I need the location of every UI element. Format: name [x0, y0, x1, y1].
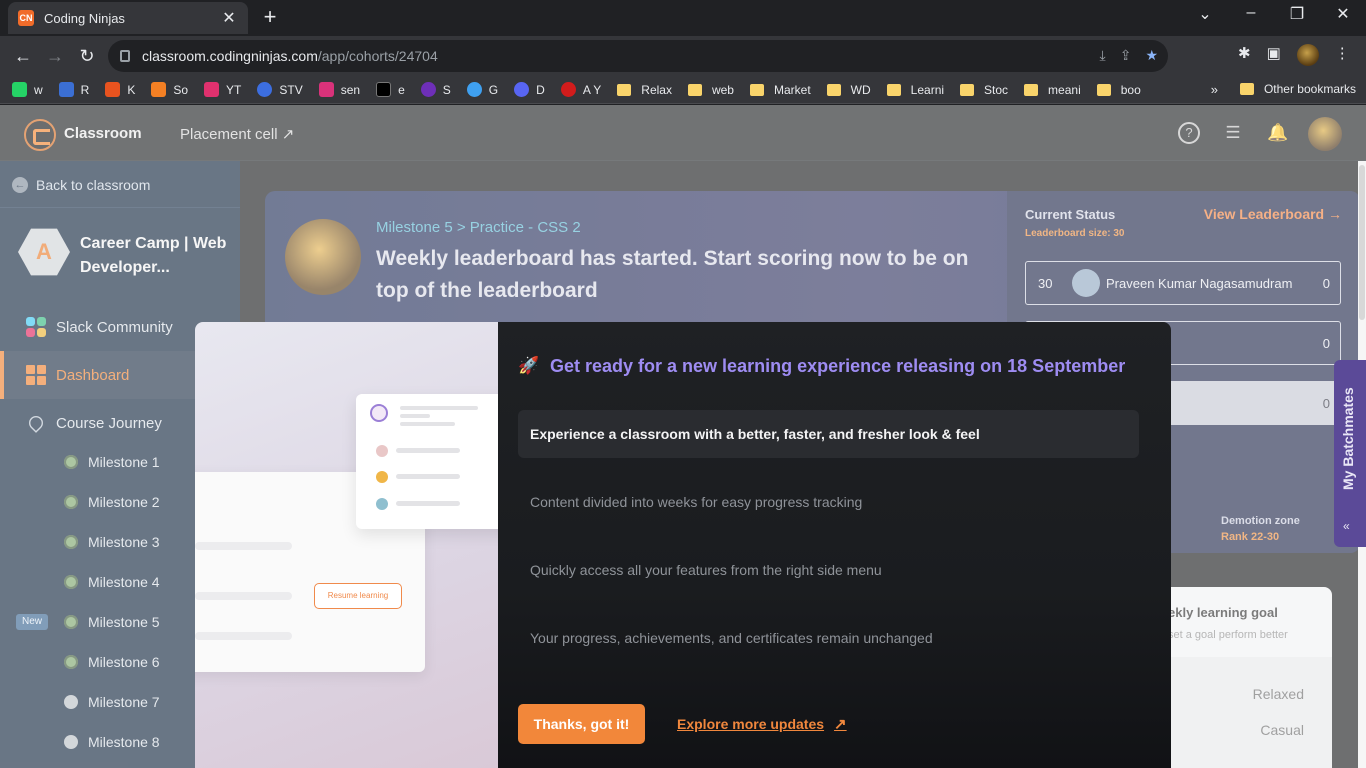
bookmark-favicon-icon [58, 82, 74, 97]
reload-icon[interactable]: ↻ [74, 43, 100, 69]
folder-icon [1096, 83, 1111, 96]
modal-headline: Get ready for a new learning experience … [550, 356, 1126, 376]
thanks-got-it-button[interactable]: Thanks, got it! [518, 704, 645, 744]
bookmark-item[interactable]: R [58, 82, 89, 97]
address-bar[interactable]: classroom.codingninjas.com/app/cohorts/2… [108, 40, 1168, 72]
avatar [376, 471, 388, 483]
bookmark-favicon-icon [514, 82, 530, 97]
modal-content: 🚀 Get ready for a new learning experienc… [498, 322, 1171, 768]
my-batchmates-tab[interactable]: My Batchmates « [1334, 360, 1366, 547]
bookmark-favicon-icon [257, 82, 273, 97]
classroom-app: Classroom Placement cell ↗ ? ☰ 🔔 ← Back … [0, 105, 1366, 768]
folder-icon [886, 83, 901, 96]
folder-icon [1024, 83, 1039, 96]
feature-item-weekly-content[interactable]: Content divided into weeks for easy prog… [518, 478, 1139, 526]
url-path: /app/cohorts/24704 [317, 48, 438, 64]
bookmark-folder[interactable]: Market [749, 83, 811, 97]
browser-toolbar: ← → ↻ classroom.codingninjas.com/app/coh… [0, 36, 1366, 76]
bookmark-favicon-icon [318, 82, 334, 97]
bookmark-folder[interactable]: web [687, 83, 734, 97]
preview-illustration: Resume learning [195, 322, 498, 768]
rocket-icon: 🚀 [518, 356, 540, 375]
coding-ninjas-favicon-icon: CN [18, 10, 34, 26]
bookmark-favicon-icon [560, 82, 576, 97]
bookmark-favicon-icon [105, 82, 121, 97]
bookmark-item[interactable]: S [420, 82, 451, 97]
bookmark-folder[interactable]: WD [826, 83, 871, 97]
profile-avatar[interactable] [1296, 44, 1319, 66]
tab-title: Coding Ninjas [44, 10, 125, 26]
bookmark-favicon-icon [12, 82, 27, 97]
external-arrow-icon: ↗ [834, 716, 847, 733]
lock-icon [120, 50, 130, 62]
feature-item-side-menu[interactable]: Quickly access all your features from th… [518, 546, 1139, 594]
bookmark-item[interactable]: e [376, 82, 405, 97]
badge-icon [370, 404, 388, 422]
release-announcement-modal: Resume learning 🚀 Get ready for a new le… [195, 322, 1171, 768]
bookmark-item[interactable]: K [105, 82, 135, 97]
bookmark-favicon-icon [151, 82, 167, 97]
minimize-window-button[interactable]: – [1236, 4, 1266, 22]
other-bookmarks[interactable]: Other bookmarks [1239, 82, 1356, 96]
close-tab-icon[interactable]: ✕ [220, 8, 238, 28]
bookmark-folder[interactable]: meani [1024, 83, 1081, 97]
folder-icon [960, 83, 975, 96]
bookmark-folder[interactable]: Stoc [960, 83, 1008, 97]
bookmark-favicon-icon [376, 82, 392, 97]
bookmark-folder[interactable]: boo [1096, 83, 1141, 97]
bookmark-item[interactable]: A Y [560, 82, 601, 97]
side-panel-icon[interactable]: ▣ [1267, 44, 1281, 66]
forward-arrow-icon[interactable]: → [42, 43, 68, 69]
bookmark-favicon-icon [420, 82, 436, 97]
bookmark-item[interactable]: STV [257, 82, 303, 97]
bookmark-item[interactable]: So [151, 82, 188, 97]
back-arrow-icon[interactable]: ← [10, 43, 36, 69]
bookmark-star-icon[interactable]: ★ [1145, 47, 1158, 64]
bookmark-folder[interactable]: Learni [886, 83, 944, 97]
browser-tab[interactable]: CN Coding Ninjas ✕ [8, 2, 248, 34]
bookmark-folder[interactable]: Relax [617, 83, 672, 97]
bookmark-favicon-icon [204, 82, 220, 97]
mock-resume-learning-button: Resume learning [314, 583, 402, 609]
extensions-icon[interactable]: ✱ [1238, 44, 1251, 66]
share-icon[interactable]: ⇪ [1120, 47, 1132, 64]
avatar [376, 498, 388, 510]
folder-icon [617, 83, 632, 96]
url-host: classroom.codingninjas.com [142, 48, 318, 64]
tab-search-icon[interactable]: ⌄ [1190, 4, 1220, 24]
bookmarks-bar: w R K So YT STV sen e S G D A Y Relax we… [0, 76, 1366, 104]
mock-leaderboard-card [356, 394, 498, 529]
avatar [376, 445, 388, 457]
bookmark-item[interactable]: YT [204, 82, 241, 97]
folder-icon [826, 83, 841, 96]
bookmark-item[interactable]: G [466, 82, 498, 97]
bookmark-favicon-icon [466, 82, 482, 97]
feature-item-look-and-feel[interactable]: Experience a classroom with a better, fa… [518, 410, 1139, 458]
bookmark-item[interactable]: w [12, 82, 43, 97]
browser-menu-icon[interactable]: ⋮ [1335, 44, 1350, 66]
bookmark-item[interactable]: D [514, 82, 545, 97]
bookmark-item[interactable]: sen [318, 82, 360, 97]
folder-icon [749, 83, 764, 96]
folder-icon [687, 83, 702, 96]
feature-item-progress[interactable]: Your progress, achievements, and certifi… [518, 614, 1139, 662]
new-tab-button[interactable]: + [258, 5, 282, 29]
chevron-left-icon: « [1343, 519, 1350, 533]
install-app-icon[interactable]: ⤓ [1100, 47, 1106, 64]
close-window-button[interactable]: ✕ [1328, 4, 1358, 24]
more-bookmarks-icon[interactable]: » [1211, 82, 1218, 97]
folder-icon [1239, 83, 1254, 95]
maximize-window-button[interactable]: ❐ [1282, 4, 1312, 24]
browser-tab-strip: CN Coding Ninjas ✕ + ⌄ – ❐ ✕ [0, 0, 1366, 36]
explore-more-updates-link[interactable]: Explore more updates ↗ [677, 715, 847, 733]
